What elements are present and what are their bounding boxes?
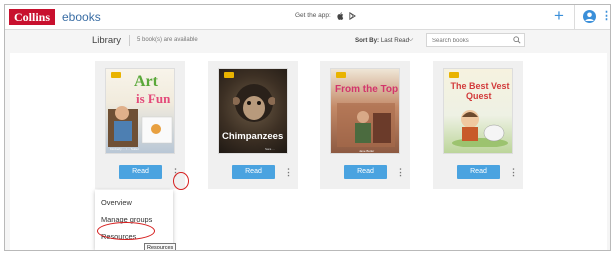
book-card-art-is-fun: Art is Fun Kimberly ... / ... Sutter Rea…: [95, 61, 185, 189]
book-title-line2: Quest: [466, 91, 492, 101]
read-button[interactable]: Read: [457, 165, 500, 179]
header-divider: [574, 5, 575, 30]
cover-illustration-cartoon-character: [452, 110, 508, 147]
annotation-circle-resources: [97, 222, 155, 240]
search-icon[interactable]: [513, 36, 521, 44]
add-book-button[interactable]: +: [551, 6, 567, 26]
book-options-button[interactable]: ⋮: [396, 165, 405, 179]
search-field[interactable]: [426, 33, 525, 47]
read-button[interactable]: Read: [344, 165, 387, 179]
menu-item-overview[interactable]: Overview: [101, 198, 132, 207]
more-options-icon[interactable]: ⋮: [601, 10, 610, 23]
sort-value: Last Read: [380, 37, 410, 44]
account-circle-icon[interactable]: [583, 10, 596, 23]
book-cover-the-best-vest-quest[interactable]: The Best Vest Quest: [443, 68, 513, 154]
apple-icon[interactable]: [337, 12, 344, 20]
get-app-label: Get the app:: [295, 12, 331, 19]
read-button[interactable]: Read: [119, 165, 162, 179]
title-divider: [129, 35, 130, 46]
chevron-down-icon[interactable]: ⌵: [408, 36, 413, 44]
book-card-the-best-vest-quest: The Best Vest Quest Read ⋮: [433, 61, 523, 189]
book-title-line1: The Best Vest: [450, 81, 510, 91]
book-cover-art-is-fun[interactable]: Art is Fun Kimberly ... / ... Sutter: [105, 68, 175, 154]
resources-tooltip: Resources: [144, 243, 177, 250]
search-input[interactable]: [432, 36, 512, 45]
book-authors: Jane Butler: [359, 149, 375, 153]
book-authors: Sara ...: [265, 147, 275, 151]
cover-illustration-chimpanzee: [233, 84, 275, 122]
book-title-line1: Chimpanzees: [222, 131, 284, 142]
book-title-line1: From the Top: [335, 84, 399, 95]
page-title: Library: [92, 35, 122, 46]
book-count-text: 5 book(s) are available: [137, 37, 198, 43]
book-cover-chimpanzees[interactable]: Chimpanzees Sara ...: [218, 68, 288, 154]
book-card-from-the-top: From the Top Jane Butler Read ⋮: [320, 61, 410, 189]
book-options-menu: Overview Manage groups Resources: [95, 190, 173, 250]
sort-dropdown[interactable]: Sort By: Last Read: [355, 37, 409, 44]
book-options-button[interactable]: ⋮: [284, 165, 293, 179]
collins-big-cat-logo: [336, 72, 346, 78]
top-bar: Collins ebooks Get the app: + ⋮: [5, 5, 610, 30]
book-title-line1: Art: [134, 73, 158, 90]
book-options-button[interactable]: ⋮: [509, 165, 518, 179]
cover-illustration-climber: [337, 103, 395, 147]
collins-big-cat-logo: [224, 72, 234, 78]
library-toolbar: Library 5 book(s) are available Sort By:…: [5, 30, 610, 52]
cover-illustration-child-drawing: [108, 106, 173, 147]
sort-label: Sort By:: [355, 37, 380, 44]
collins-logo[interactable]: Collins: [9, 9, 56, 25]
collins-big-cat-logo: [449, 72, 459, 78]
collins-big-cat-logo: [111, 72, 121, 78]
book-card-chimpanzees: Chimpanzees Sara ... Read ⋮: [208, 61, 298, 189]
ebooks-logo-text: ebooks: [62, 10, 101, 24]
book-authors: Kimberly ... / ... Sutter: [110, 147, 139, 151]
read-button[interactable]: Read: [232, 165, 275, 179]
google-play-icon[interactable]: [349, 12, 356, 20]
book-cover-from-the-top[interactable]: From the Top Jane Butler: [330, 68, 400, 154]
app-window: Collins ebooks Get the app: + ⋮ Library …: [4, 4, 611, 251]
annotation-circle-kebab: [173, 172, 189, 190]
